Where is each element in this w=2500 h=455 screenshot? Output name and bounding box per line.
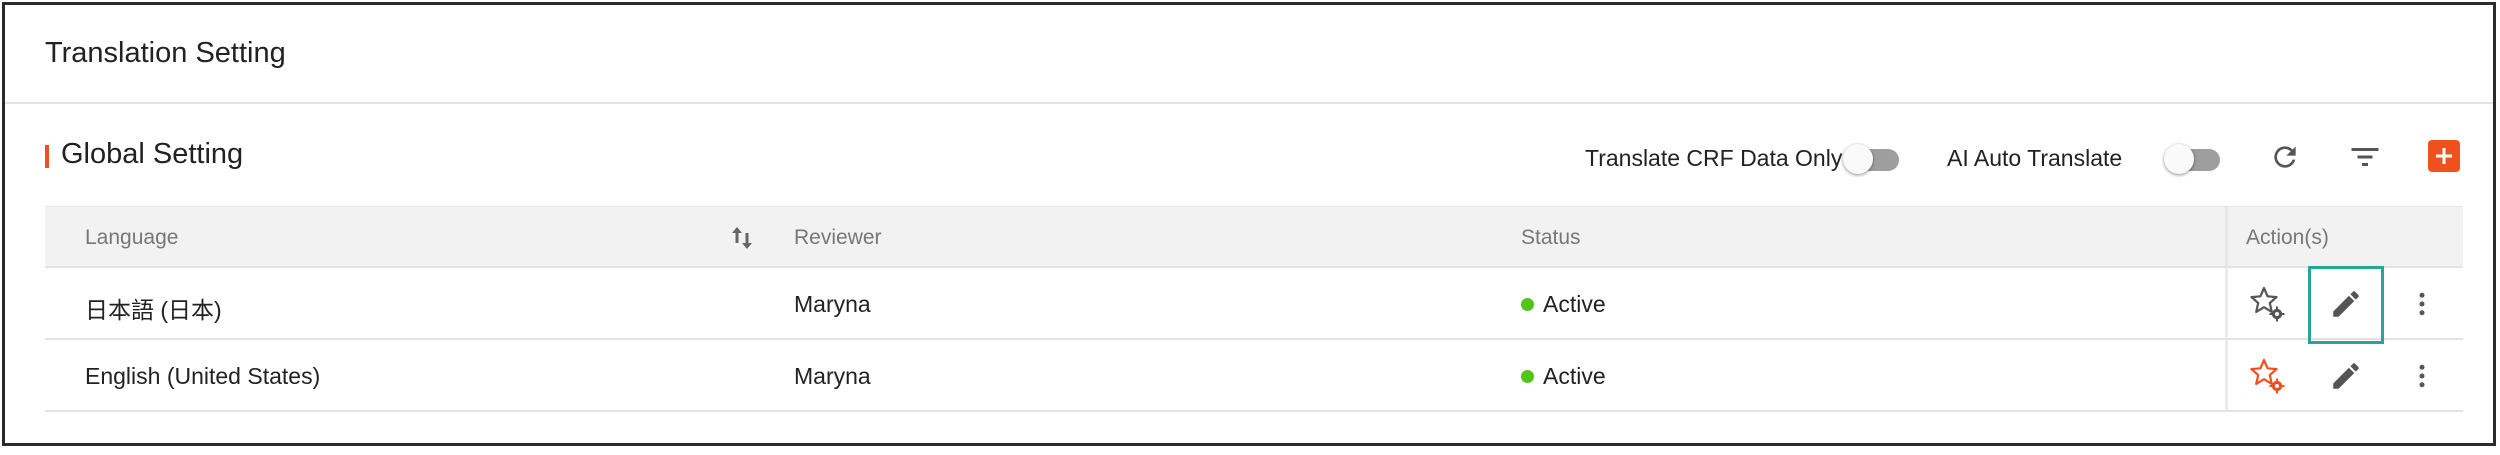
edit-pencil-icon[interactable]: [2324, 354, 2368, 398]
table-header: Language Reviewer Status Action(s): [45, 206, 2463, 268]
column-header-language: Language: [85, 226, 179, 249]
actions-column-divider: [2225, 207, 2228, 266]
toggle-knob: [2164, 144, 2194, 174]
add-icon: [2436, 148, 2452, 164]
status-cell: Active: [1543, 363, 1606, 389]
actions-column-divider: [2225, 340, 2228, 410]
table-row: English (United States) Maryna Active: [45, 340, 2463, 412]
column-header-reviewer: Reviewer: [794, 226, 882, 249]
page-header: Translation Setting: [5, 5, 2493, 104]
more-vertical-icon[interactable]: [2400, 282, 2444, 326]
default-star-gear-icon[interactable]: [2245, 354, 2289, 398]
status-cell: Active: [1543, 291, 1606, 317]
language-cell: English (United States): [85, 363, 321, 389]
column-header-status: Status: [1521, 226, 1581, 249]
section-accent-bar: [45, 145, 49, 168]
status-active-dot: [1521, 298, 1534, 311]
table-row: 日本語 (日本) Maryna Active: [45, 266, 2463, 344]
add-button[interactable]: [2428, 140, 2460, 172]
actions-column-divider: [2225, 268, 2228, 338]
set-default-star-gear-icon[interactable]: [2245, 282, 2289, 326]
translation-setting-panel: Translation Setting Global Setting Trans…: [2, 2, 2496, 446]
status-active-dot: [1521, 370, 1534, 383]
section-title: Global Setting: [61, 138, 244, 170]
sort-icon[interactable]: [730, 224, 754, 252]
crf-only-label: Translate CRF Data Only: [1585, 145, 1843, 171]
filter-icon[interactable]: [2345, 137, 2385, 177]
ai-auto-translate-label: AI Auto Translate: [1947, 145, 2123, 171]
language-table: Language Reviewer Status Action(s) 日本語 (…: [45, 206, 2463, 412]
edit-button-highlight: [2308, 266, 2384, 344]
language-cell: 日本語 (日本): [85, 297, 222, 323]
refresh-icon[interactable]: [2265, 137, 2305, 177]
crf-only-toggle[interactable]: [1843, 144, 1899, 174]
reviewer-cell: Maryna: [794, 363, 871, 389]
ai-auto-translate-toggle[interactable]: [2164, 144, 2220, 174]
reviewer-cell: Maryna: [794, 291, 871, 317]
page-title: Translation Setting: [45, 37, 286, 69]
column-header-actions: Action(s): [2246, 226, 2329, 249]
more-vertical-icon[interactable]: [2400, 354, 2444, 398]
toggle-knob: [1843, 144, 1873, 174]
